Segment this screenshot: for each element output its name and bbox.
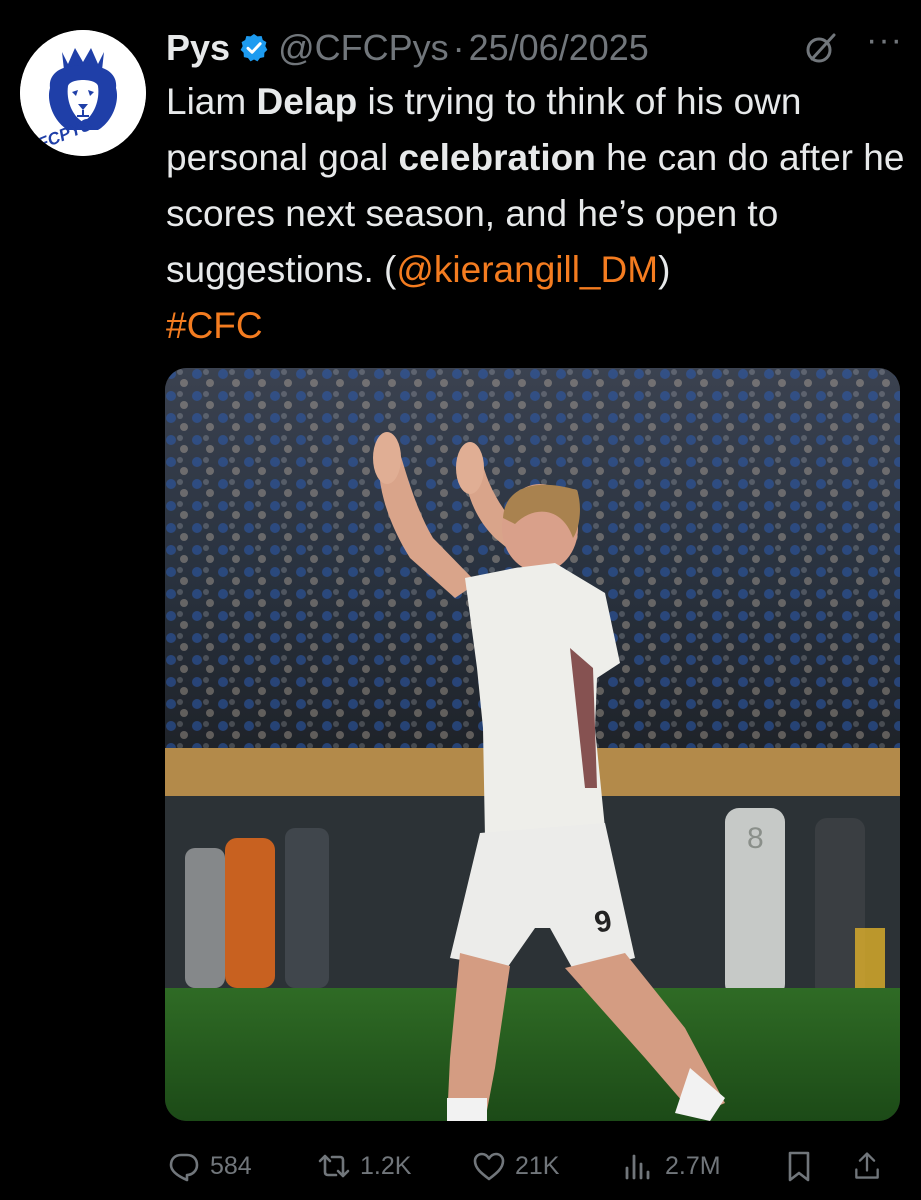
separator-dot: · <box>452 27 465 68</box>
tweet-text-part: ) <box>658 249 671 290</box>
heart-icon <box>473 1152 505 1181</box>
like-count: 21K <box>515 1151 560 1180</box>
repost-count: 1.2K <box>360 1151 412 1180</box>
avatar[interactable]: CFCPYS <box>20 30 146 156</box>
tweet-text-bold-delap: Delap <box>256 81 358 122</box>
share-button[interactable] <box>851 1148 891 1184</box>
like-button[interactable]: 21K <box>471 1148 621 1184</box>
bookmark-icon <box>788 1151 810 1182</box>
reply-button[interactable]: 584 <box>166 1148 316 1184</box>
views-chart-icon <box>625 1154 650 1180</box>
tweet-actions: 584 1.2K 21K 2.7M <box>166 1140 906 1192</box>
repost-button[interactable]: 1.2K <box>316 1148 471 1184</box>
bookmark-button[interactable] <box>781 1148 851 1184</box>
cfcpys-lion-logo: CFCPYS <box>20 30 146 156</box>
tweet-text-bold-celebration: celebration <box>398 137 596 178</box>
more-options-icon[interactable]: ··· <box>866 23 903 57</box>
tweet-text-part: Liam <box>166 81 257 122</box>
tweet-header: Pys @CFCPys · 25/06/2025 ··· <box>166 23 903 72</box>
background-player-number: 8 <box>747 822 764 855</box>
verified-badge-icon <box>238 32 270 64</box>
views-button[interactable]: 2.7M <box>621 1148 781 1184</box>
repost-icon <box>318 1154 350 1178</box>
tweet-date[interactable]: 25/06/2025 <box>469 27 649 69</box>
author-name[interactable]: Pys <box>166 27 230 69</box>
reply-count: 584 <box>210 1151 252 1180</box>
grok-icon[interactable] <box>804 31 838 65</box>
share-icon <box>855 1152 879 1179</box>
reply-icon <box>169 1153 199 1182</box>
views-count: 2.7M <box>665 1151 721 1180</box>
hashtag-link[interactable]: #CFC <box>166 305 263 346</box>
tweet-text: Liam Delap is trying to think of his own… <box>166 74 906 354</box>
author-handle[interactable]: @CFCPys <box>278 27 449 69</box>
tweet-photo[interactable]: 8 9 <box>165 368 900 1121</box>
mention-link[interactable]: @kierangill_DM <box>396 249 658 290</box>
